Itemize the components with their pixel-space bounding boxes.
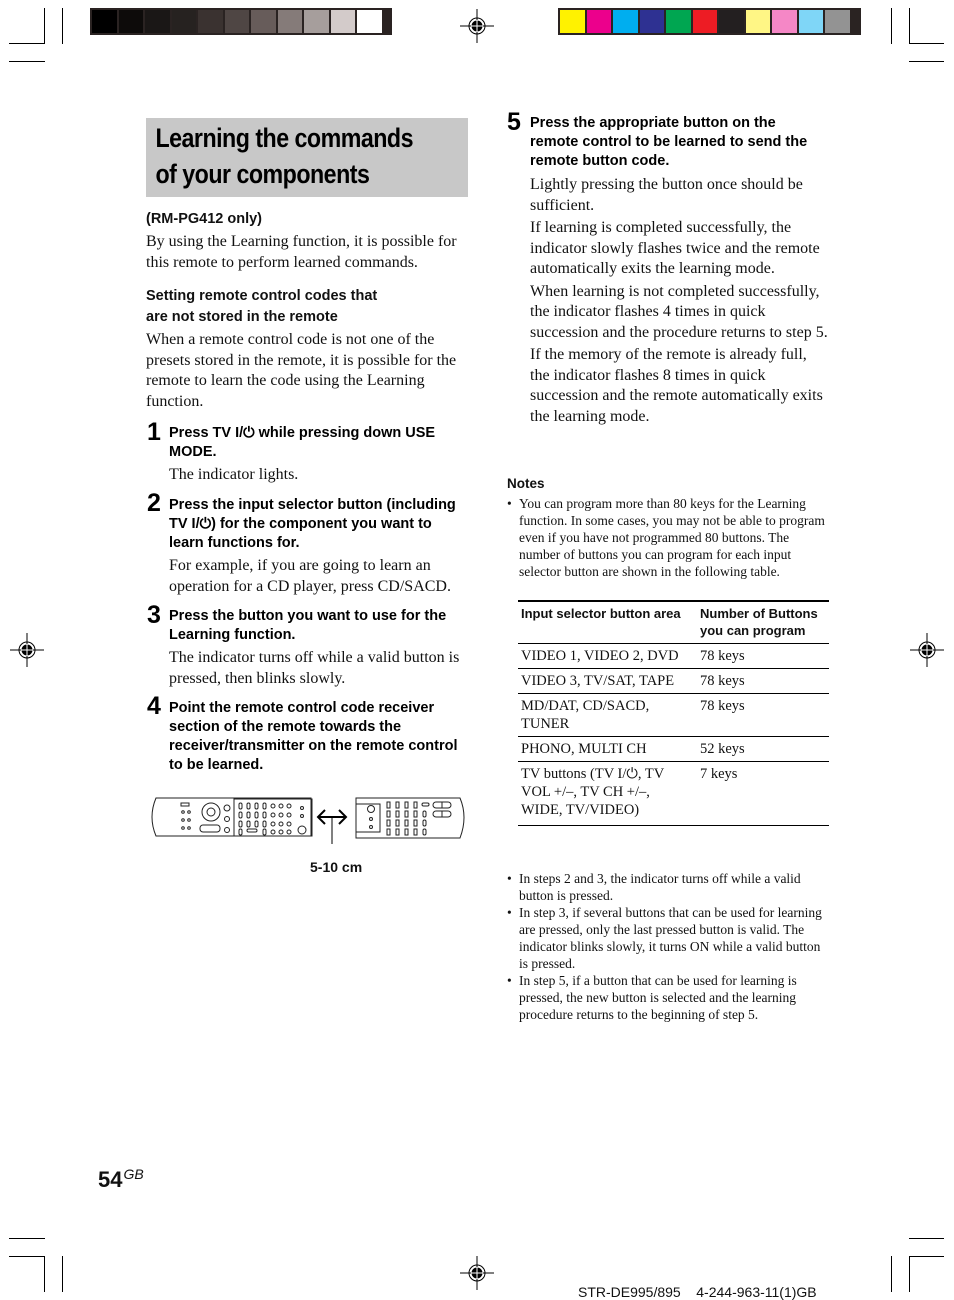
- step-text: When learning is not completed successfu…: [530, 282, 828, 341]
- color-swatch: [277, 10, 302, 33]
- color-swatch: [719, 10, 744, 33]
- table-cell: VIDEO 3, TV/SAT, TAPE: [518, 668, 697, 694]
- table-header-cell: Number of Buttons you can program: [697, 600, 829, 644]
- color-swatch: [224, 10, 249, 33]
- color-swatch: [692, 10, 717, 33]
- color-swatch: [745, 10, 770, 33]
- note-item: You can program more than 80 keys for th…: [507, 495, 832, 580]
- table-cell: 78 keys: [697, 643, 829, 669]
- step-body: Lightly pressing the button once should …: [530, 175, 830, 429]
- color-swatch: [613, 10, 638, 33]
- table-header-cell: Input selector button area: [518, 600, 697, 644]
- note-item: In step 3, if several buttons that can b…: [507, 904, 832, 972]
- table-cell: 7 keys: [697, 761, 829, 826]
- page-title-line-1: Learning the commands: [155, 123, 414, 153]
- table-cell: MD/DAT, CD/SACD, TUNER: [518, 693, 697, 737]
- section-heading: Setting remote control codes that are no…: [146, 286, 476, 328]
- color-calibration-bar: [558, 8, 861, 35]
- color-swatch: [330, 10, 355, 33]
- table-row: PHONO, MULTI CH 52 keys: [518, 736, 829, 762]
- double-arrow-icon: [316, 809, 348, 844]
- color-swatch: [825, 10, 850, 33]
- section-heading-line-1: Setting remote control codes that: [146, 288, 378, 304]
- table-cell: 78 keys: [697, 693, 829, 737]
- registration-mark-icon: [460, 1256, 494, 1290]
- color-swatch: [118, 10, 143, 33]
- step-text: Lightly pressing the button once should …: [530, 176, 803, 214]
- note-item: In step 5, if a button that can be used …: [507, 972, 832, 1023]
- table-cell: VIDEO 1, VIDEO 2, DVD: [518, 643, 697, 669]
- intro-paragraph: By using the Learning function, it is po…: [146, 233, 457, 271]
- color-swatch: [198, 10, 223, 33]
- page-title: Learning the commands of your components: [146, 118, 423, 192]
- table-row: TV buttons (TV I/⏻, TV VOL +/–, TV CH +/…: [518, 761, 829, 826]
- step-text: If the memory of the remote is already f…: [530, 346, 823, 425]
- model-note: (RM-PG412 only): [146, 211, 263, 227]
- color-swatch: [145, 10, 170, 33]
- table-row: VIDEO 3, TV/SAT, TAPE 78 keys: [518, 668, 829, 694]
- color-swatch: [357, 10, 382, 33]
- step-body: The indicator turns off while a valid bu…: [169, 648, 474, 691]
- step-heading: Press the button you want to use for the…: [169, 608, 447, 643]
- step-number: 5: [507, 108, 521, 136]
- step-text: The indicator lights.: [169, 466, 299, 483]
- page-title-box: Learning the commands of your components: [146, 118, 468, 197]
- color-swatch: [304, 10, 329, 33]
- page-title-line-2: of your components: [155, 159, 370, 189]
- table-cell: 78 keys: [697, 668, 829, 694]
- step-number: 1: [147, 418, 161, 446]
- color-swatch: [251, 10, 276, 33]
- color-swatch: [171, 10, 196, 33]
- step-body: For example, if you are going to learn a…: [169, 556, 474, 599]
- page-number-suffix: GB: [123, 1166, 144, 1182]
- color-swatch: [639, 10, 664, 33]
- step-heading: Point the remote control code receiver s…: [169, 700, 458, 773]
- step-body: The indicator lights.: [169, 465, 474, 488]
- section-paragraph: When a remote control code is not one of…: [146, 331, 457, 410]
- page-number: 54GB: [98, 1166, 144, 1193]
- step-number: 3: [147, 601, 161, 629]
- color-swatch: [772, 10, 797, 33]
- registration-mark-icon: [460, 9, 494, 43]
- grayscale-calibration-bar: [90, 8, 392, 35]
- step-number: 4: [147, 692, 161, 720]
- color-swatch: [798, 10, 823, 33]
- registration-mark-icon: [910, 633, 944, 667]
- step-text: If learning is completed successfully, t…: [530, 219, 820, 277]
- section-heading-line-2: are not stored in the remote: [146, 309, 338, 325]
- model-code: STR-DE995/895 4-244-963-11(1)GB: [578, 1284, 817, 1300]
- step-text: The indicator turns off while a valid bu…: [169, 649, 460, 687]
- step-heading: Press the input selector button (includi…: [169, 497, 456, 551]
- table-cell: 52 keys: [697, 736, 829, 762]
- step-heading: Press the appropriate button on the remo…: [530, 115, 808, 169]
- color-swatch: [666, 10, 691, 33]
- notes-list: You can program more than 80 keys for th…: [507, 495, 832, 580]
- learning-remote-icon: [151, 797, 313, 837]
- table-cell: TV buttons (TV I/⏻, TV VOL +/–, TV CH +/…: [518, 761, 697, 826]
- notes-list-continued: In steps 2 and 3, the indicator turns of…: [507, 870, 832, 1023]
- table-header-row: Input selector button area Number of But…: [518, 600, 829, 644]
- step-number: 2: [147, 489, 161, 517]
- table-row: MD/DAT, CD/SACD, TUNER 78 keys: [518, 693, 829, 737]
- registration-mark-icon: [10, 633, 44, 667]
- notes-heading: Notes: [507, 476, 545, 491]
- table-row: VIDEO 1, VIDEO 2, DVD 78 keys: [518, 643, 829, 669]
- page-number-value: 54: [98, 1167, 123, 1192]
- color-swatch: [560, 10, 585, 33]
- programmable-keys-table: Input selector button area Number of But…: [518, 600, 829, 826]
- table-cell: PHONO, MULTI CH: [518, 736, 697, 762]
- step-heading: Press TV I/⏻ while pressing down USE MOD…: [169, 425, 436, 460]
- distance-label: 5-10 cm: [310, 859, 363, 875]
- step-text: For example, if you are going to learn a…: [169, 557, 451, 595]
- color-swatch: [92, 10, 117, 33]
- note-item: In steps 2 and 3, the indicator turns of…: [507, 870, 832, 904]
- color-swatch: [586, 10, 611, 33]
- target-remote-icon: [355, 797, 465, 839]
- remote-learning-illustration: [151, 797, 465, 844]
